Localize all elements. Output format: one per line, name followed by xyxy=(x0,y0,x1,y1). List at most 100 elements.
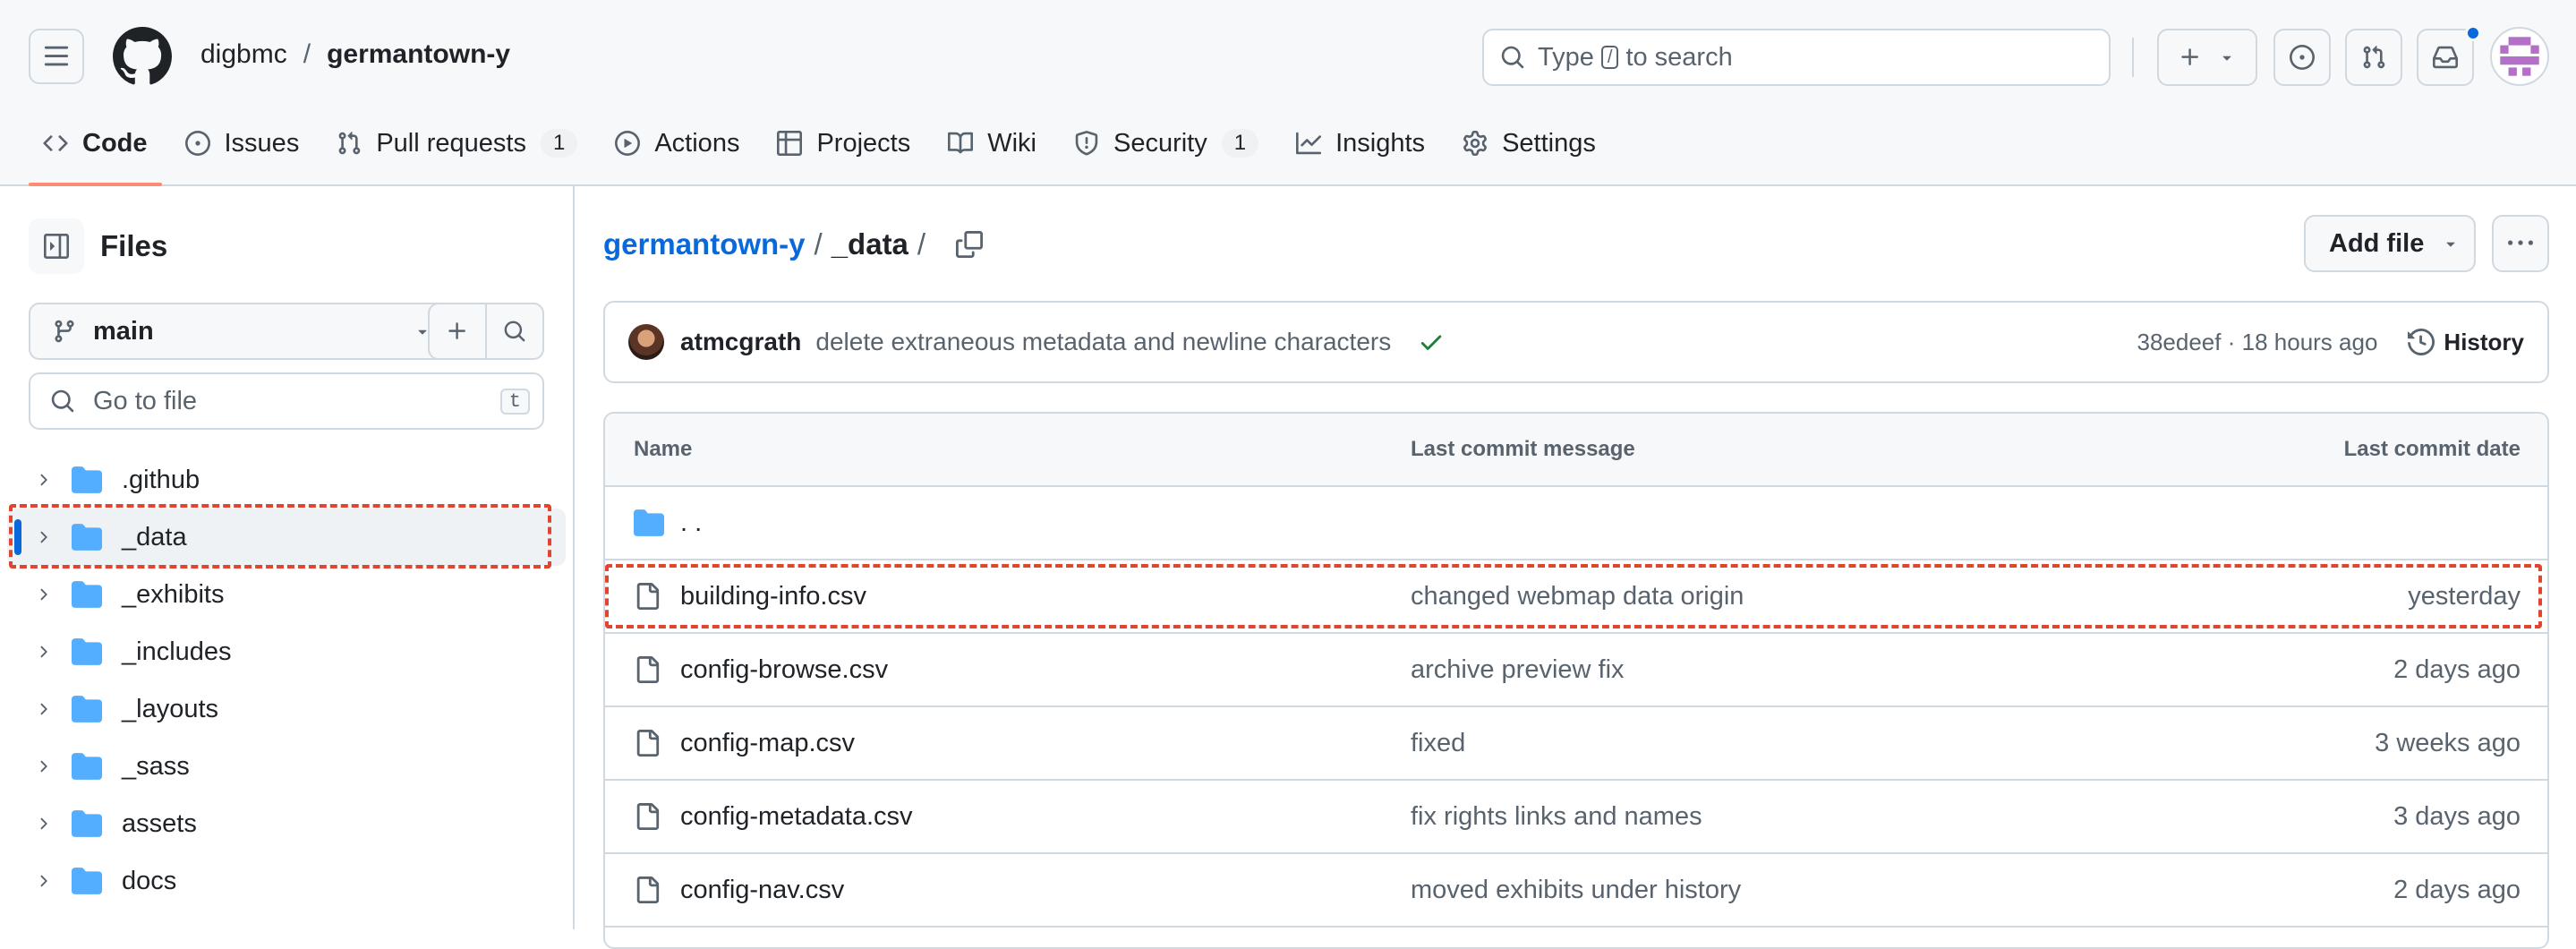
breadcrumb-trailing-separator: / xyxy=(917,227,926,261)
plus-icon xyxy=(2181,48,2198,65)
collapse-sidebar-button[interactable] xyxy=(29,218,84,274)
security-count: 1 xyxy=(1221,129,1259,158)
commit-message[interactable]: delete extraneous metadata and newline c… xyxy=(815,328,1391,356)
commit-message-link[interactable]: moved exhibits under history xyxy=(1411,876,1741,905)
code-icon xyxy=(43,135,68,151)
avatar[interactable] xyxy=(2490,27,2549,86)
tab-security[interactable]: Security 1 xyxy=(1060,115,1273,172)
git-branch-icon xyxy=(55,320,74,343)
go-to-file-input[interactable]: Go to file t xyxy=(29,372,544,430)
file-name-link[interactable]: building-info.csv xyxy=(680,582,866,611)
file-name-link[interactable]: config-nav.csv xyxy=(680,876,844,905)
tree-item-sass[interactable]: _sass xyxy=(0,738,573,795)
branch-selector[interactable]: main xyxy=(29,303,460,360)
parent-directory-row[interactable]: . . xyxy=(605,487,2547,560)
tree-item-assets[interactable]: assets xyxy=(0,795,573,852)
copy-path-icon[interactable] xyxy=(956,231,984,258)
commit-date: 3 days ago xyxy=(2393,801,2521,831)
git-pull-request-icon xyxy=(2363,46,2385,69)
file-icon xyxy=(636,730,660,757)
add-file-label: Add file xyxy=(2329,228,2425,258)
tree-item-label: _includes xyxy=(122,637,232,666)
file-table: Name Last commit message Last commit dat… xyxy=(603,412,2549,949)
commit-date: yesterday xyxy=(2408,581,2521,611)
tab-label: Wiki xyxy=(987,128,1036,158)
avatar[interactable] xyxy=(628,324,664,360)
more-options-button[interactable] xyxy=(2492,215,2549,272)
folder-icon xyxy=(72,868,102,894)
parent-directory-link[interactable]: . . xyxy=(680,509,702,538)
commit-message-link[interactable]: changed webmap data origin xyxy=(1411,582,1744,611)
repo-breadcrumb: digbmc / germantown-y xyxy=(200,39,510,70)
github-logo-icon[interactable] xyxy=(113,27,172,86)
chevron-right-icon xyxy=(40,703,47,715)
breadcrumb-repo-link[interactable]: germantown-y xyxy=(603,227,806,261)
issue-opened-icon xyxy=(2290,45,2315,70)
tree-item-label: .github xyxy=(122,465,200,494)
history-button[interactable]: History xyxy=(2408,329,2524,356)
file-icon xyxy=(636,876,660,903)
hamburger-icon xyxy=(44,46,69,66)
commit-message-link[interactable]: fixed xyxy=(1411,729,1465,758)
chevron-right-icon xyxy=(40,588,47,601)
search-input[interactable]: Type / to search xyxy=(1482,29,2111,86)
commit-message-link[interactable]: archive preview fix xyxy=(1411,655,1625,685)
shield-icon xyxy=(1075,131,1098,156)
add-file-tree-button[interactable] xyxy=(430,304,487,358)
tab-projects[interactable]: Projects xyxy=(763,115,925,172)
search-icon xyxy=(504,321,525,342)
tab-actions[interactable]: Actions xyxy=(601,115,754,172)
meta-dot: · xyxy=(2227,328,2236,355)
tab-pull-requests[interactable]: Pull requests 1 xyxy=(322,115,592,172)
folder-icon xyxy=(72,524,102,551)
issues-button[interactable] xyxy=(2273,29,2331,86)
tree-item-docs[interactable]: docs xyxy=(0,852,573,910)
tree-item-github[interactable]: .github xyxy=(0,451,573,509)
commit-author[interactable]: atmcgrath xyxy=(680,328,801,356)
tree-item-layouts[interactable]: _layouts xyxy=(0,680,573,738)
file-name-link[interactable]: config-metadata.csv xyxy=(680,802,913,832)
commit-date: 3 weeks ago xyxy=(2375,728,2521,757)
chevron-right-icon xyxy=(40,875,47,887)
tree-item-includes[interactable]: _includes xyxy=(0,623,573,680)
folder-icon xyxy=(72,810,102,837)
file-icon xyxy=(636,583,660,610)
tab-insights[interactable]: Insights xyxy=(1282,115,1439,172)
tab-wiki[interactable]: Wiki xyxy=(934,115,1051,172)
folder-icon xyxy=(634,509,664,536)
tab-code[interactable]: Code xyxy=(29,115,162,186)
owner-link[interactable]: digbmc xyxy=(200,39,287,70)
commit-message-link[interactable]: fix rights links and names xyxy=(1411,802,1702,832)
app-header: digbmc / germantown-y Type / to search C… xyxy=(0,0,2576,186)
create-new-button[interactable] xyxy=(2157,29,2257,86)
search-tree-button[interactable] xyxy=(487,304,542,358)
history-label: History xyxy=(2444,328,2524,355)
commit-sha[interactable]: 38edeef xyxy=(2137,329,2222,355)
file-tree-sidebar: Files main Go to file t .github _data _e… xyxy=(0,186,575,929)
chevron-right-icon xyxy=(40,645,47,658)
add-file-button[interactable]: Add file xyxy=(2304,215,2476,272)
folder-icon xyxy=(72,753,102,780)
file-icon xyxy=(636,656,660,683)
pull-requests-button[interactable] xyxy=(2345,29,2402,86)
file-name-link[interactable]: config-browse.csv xyxy=(680,655,888,685)
repo-tabs: Code Issues Pull requests 1 Actions Proj… xyxy=(29,115,1619,186)
tree-item-label: _exhibits xyxy=(122,579,225,609)
tab-issues[interactable]: Issues xyxy=(171,115,314,172)
pull-request-icon xyxy=(338,132,361,155)
tree-item-data[interactable]: _data xyxy=(7,509,566,566)
menu-button[interactable] xyxy=(29,29,84,84)
inbox-icon xyxy=(2433,46,2458,69)
table-row: config-nav.csv moved exhibits under hist… xyxy=(605,854,2547,928)
search-shortcut-key: / xyxy=(1600,46,1619,69)
check-icon[interactable] xyxy=(1418,329,1445,355)
tab-label: Security xyxy=(1113,128,1207,158)
tab-label: Issues xyxy=(224,128,300,158)
repo-link[interactable]: germantown-y xyxy=(327,39,510,70)
tree-item-label: _data xyxy=(122,522,187,551)
tree-item-label: _sass xyxy=(122,751,190,781)
tree-item-exhibits[interactable]: _exhibits xyxy=(0,566,573,623)
file-name-link[interactable]: config-map.csv xyxy=(680,729,855,758)
chevron-right-icon xyxy=(40,531,47,543)
tab-settings[interactable]: Settings xyxy=(1448,115,1610,172)
